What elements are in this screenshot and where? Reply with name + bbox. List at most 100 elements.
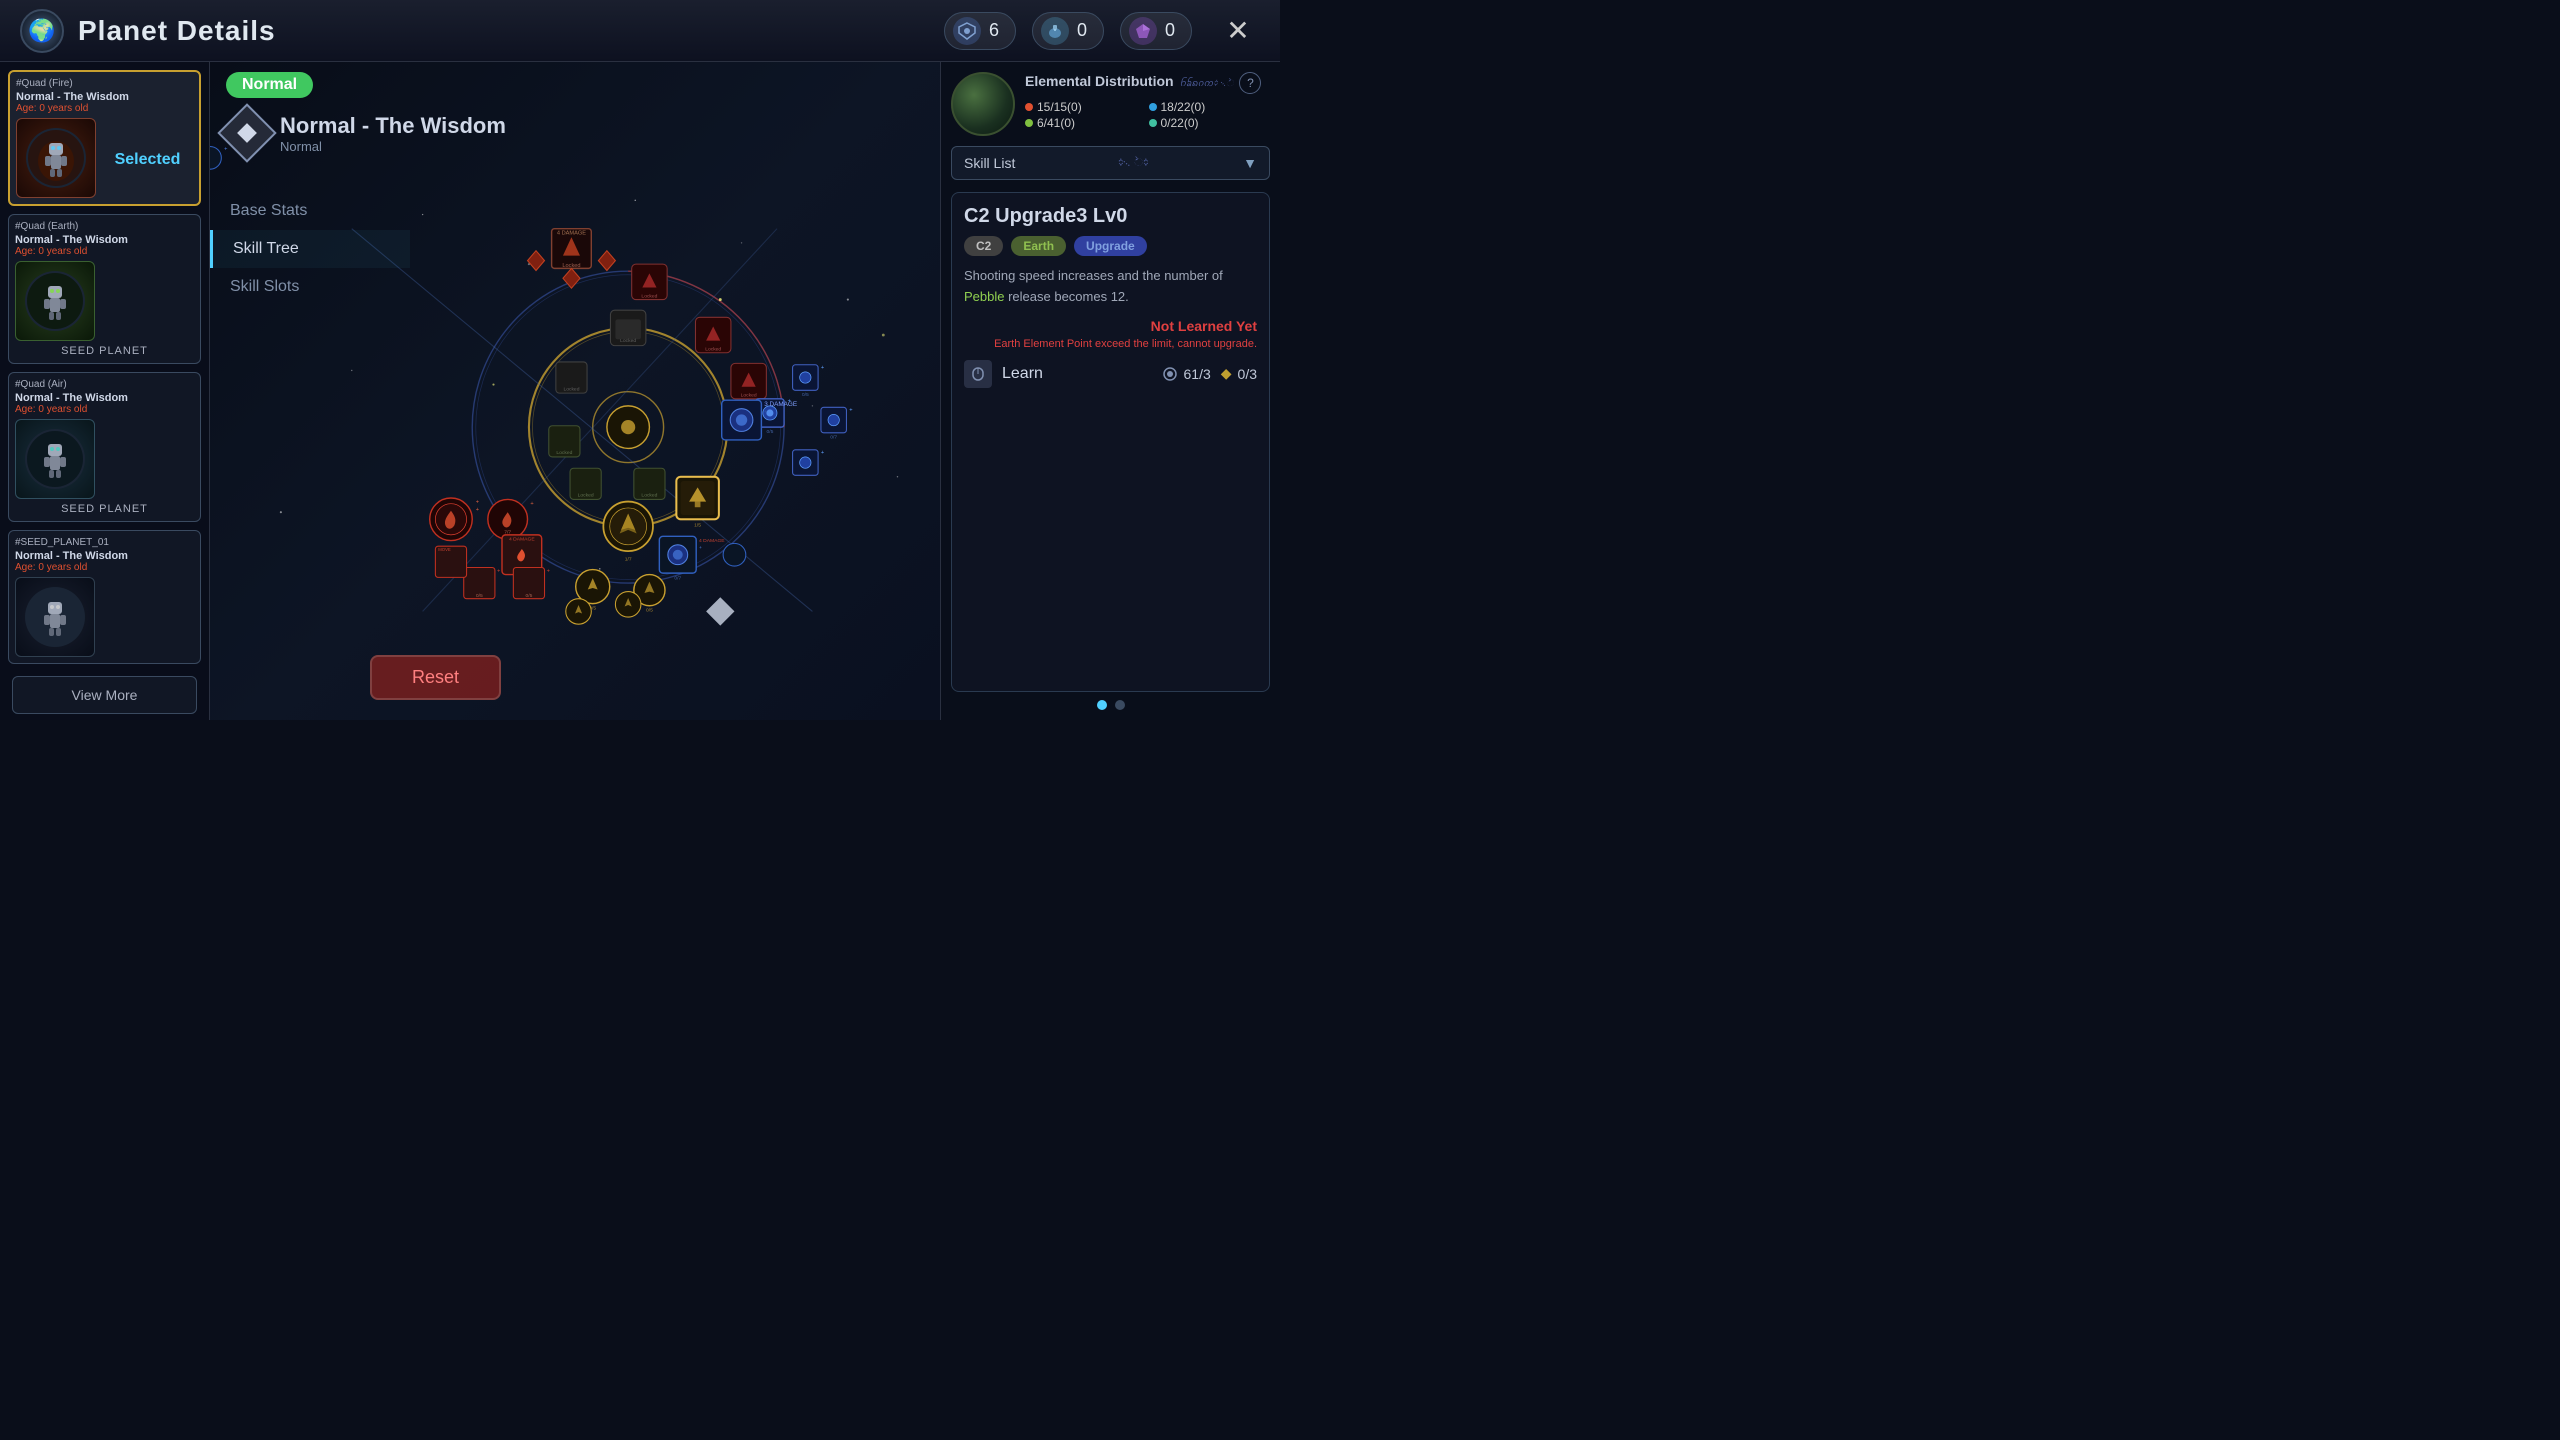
elem-earth-row: 6/41(0)	[1025, 116, 1147, 130]
right-panel: Elemental Distribution ᨤᨢᨦᨣᨠ᨟ ᨞᨝᨜ᨛ ? 15/…	[940, 62, 1280, 720]
svg-text:Locked: Locked	[641, 293, 657, 299]
planet-card-earth-image	[15, 261, 95, 341]
skill-tree-area: Locked Locked Locked Locked Locked	[210, 62, 940, 720]
elem-grid: 15/15(0) 18/22(0) 6/41(0) 0/22(0)	[1025, 100, 1270, 130]
pagination-dot-1[interactable]	[1097, 700, 1107, 710]
svg-text:Locked: Locked	[578, 493, 594, 499]
mode-bar: Normal	[210, 62, 329, 108]
view-more-button[interactable]: View More	[12, 676, 197, 714]
planet-card-seed-age: Age: 0 years old	[15, 562, 194, 573]
planet-card-fire-header: #Quad (Fire)	[16, 78, 193, 89]
svg-text:+: +	[849, 408, 853, 414]
sidebar: #Quad (Fire) Normal - The Wisdom Age: 0 …	[0, 62, 210, 720]
planet-card-earth-badge: SEED PLANET	[15, 345, 194, 357]
planet-card-seed-header: #SEED_PLANET_01	[15, 537, 194, 548]
learn-mouse-icon	[964, 360, 992, 388]
mode-badge: Normal	[226, 72, 313, 98]
skill-tree-content: Normal Normal - The Wisdom Normal Base S…	[210, 62, 940, 720]
diamond-icon	[217, 103, 276, 162]
svg-text:Locked: Locked	[641, 493, 657, 499]
nav-skill-slots[interactable]: Skill Slots	[210, 268, 410, 306]
page-title: Planet Details	[78, 15, 936, 47]
elem-earth-dot	[1025, 119, 1033, 127]
main-layout: #Quad (Fire) Normal - The Wisdom Age: 0 …	[0, 62, 1280, 720]
skill-desc-before: Shooting speed increases and the number …	[964, 268, 1223, 283]
resource-gem: 0	[1120, 12, 1192, 50]
planet-card-seed-image	[15, 577, 95, 657]
skill-desc-highlight: Pebble	[964, 289, 1004, 304]
elem-earth-val: 6/41(0)	[1037, 116, 1075, 130]
skill-tag-c2: C2	[964, 236, 1003, 256]
planet-card-earth-age: Age: 0 years old	[15, 246, 194, 257]
nav-skill-tree[interactable]: Skill Tree	[210, 230, 410, 268]
svg-text:Locked: Locked	[705, 347, 721, 353]
elem-title: Elemental Distribution	[1025, 73, 1174, 89]
elem-air-val: 0/22(0)	[1161, 116, 1199, 130]
skill-learn-row: Learn 61/3 ◆ 0/3	[964, 360, 1257, 388]
planet-card-air-age: Age: 0 years old	[15, 404, 194, 415]
skill-desc: Shooting speed increases and the number …	[964, 266, 1257, 308]
pagination-dot-2[interactable]	[1115, 700, 1125, 710]
elem-help-button[interactable]: ?	[1239, 72, 1261, 94]
reset-button[interactable]: Reset	[370, 655, 501, 700]
elem-fire-val: 15/15(0)	[1037, 100, 1082, 114]
planet-card-seed[interactable]: #SEED_PLANET_01 Normal - The Wisdom Age:…	[8, 530, 201, 664]
svg-text:+: +	[530, 501, 534, 507]
svg-text:0/5: 0/5	[525, 593, 532, 599]
planet-card-fire[interactable]: #Quad (Fire) Normal - The Wisdom Age: 0 …	[8, 70, 201, 206]
elem-water-val: 18/22(0)	[1161, 100, 1206, 114]
elem-air-dot	[1149, 119, 1157, 127]
pagination-dots	[951, 700, 1270, 710]
skill-tag-upgrade: Upgrade	[1074, 236, 1147, 256]
svg-text:+: +	[476, 500, 480, 506]
svg-text:+: +	[764, 410, 767, 415]
header-logo: 🌍	[20, 9, 64, 53]
svg-text:+: +	[476, 507, 480, 513]
svg-text:0/5: 0/5	[802, 392, 809, 398]
svg-text:Locked: Locked	[563, 386, 579, 392]
svg-text:1/7: 1/7	[625, 556, 632, 562]
skill-tag-earth: Earth	[1011, 236, 1066, 256]
planet-card-air-body	[15, 419, 194, 499]
svg-text:4 DAMAGE: 4 DAMAGE	[557, 230, 586, 236]
svg-text:Locked: Locked	[620, 338, 636, 344]
skill-tags: C2 Earth Upgrade	[964, 236, 1257, 256]
potion-icon	[1041, 17, 1069, 45]
svg-text:+: +	[699, 546, 702, 551]
skill-not-learned: Not Learned Yet	[964, 318, 1257, 334]
learn-label: Learn	[1002, 365, 1152, 383]
planet-card-earth-header: #Quad (Earth)	[15, 221, 194, 232]
elem-water-row: 18/22(0)	[1149, 100, 1271, 114]
nav-base-stats[interactable]: Base Stats	[210, 192, 410, 230]
skill-warning: Earth Element Point exceed the limit, ca…	[964, 338, 1257, 350]
resource-gem-val: 0	[1165, 20, 1175, 41]
planet-card-fire-age: Age: 0 years old	[16, 103, 193, 114]
planet-name-bar: Normal - The Wisdom Normal	[226, 112, 506, 154]
planet-card-fire-body: Selected	[16, 118, 193, 198]
planet-card-seed-name: Normal - The Wisdom	[15, 550, 194, 562]
planet-card-air[interactable]: #Quad (Air) Normal - The Wisdom Age: 0 y…	[8, 372, 201, 522]
elem-fire-row: 15/15(0)	[1025, 100, 1147, 114]
svg-text:0/5: 0/5	[766, 429, 773, 435]
elem-info: Elemental Distribution ᨤᨢᨦᨣᨠ᨟ ᨞᨝᨜ᨛ ? 15/…	[1025, 72, 1270, 130]
svg-text:4 DAMAGE: 4 DAMAGE	[699, 538, 725, 544]
skill-info-title: C2 Upgrade3 Lv0	[964, 205, 1257, 228]
shield-icon	[953, 17, 981, 45]
skill-list-dropdown[interactable]: Skill List ᨟᨜᨞᨜ ᨝ᨛ᨟᨜ ▼	[951, 146, 1270, 180]
svg-text:+: +	[821, 365, 825, 371]
nav-menu: Base Stats Skill Tree Skill Slots	[210, 192, 410, 306]
planet-card-earth[interactable]: #Quad (Earth) Normal - The Wisdom Age: 0…	[8, 214, 201, 364]
diamond-inner	[237, 123, 257, 143]
svg-text:3 DAMAGE: 3 DAMAGE	[764, 401, 797, 408]
svg-text:+: +	[821, 450, 825, 456]
planet-card-earth-name: Normal - The Wisdom	[15, 234, 194, 246]
skill-list-script: ᨟᨜᨞᨜ ᨝ᨛ᨟᨜	[1118, 157, 1148, 170]
svg-text:0/7: 0/7	[674, 576, 681, 582]
svg-text:1/5: 1/5	[694, 522, 701, 528]
gem-icon	[1129, 17, 1157, 45]
elem-air-row: 0/22(0)	[1149, 116, 1271, 130]
close-button[interactable]: ✕	[1216, 9, 1260, 53]
planet-card-seed-body	[15, 577, 194, 657]
resource-shield: 6	[944, 12, 1016, 50]
learn-cost-2-val: 0/3	[1238, 366, 1257, 382]
